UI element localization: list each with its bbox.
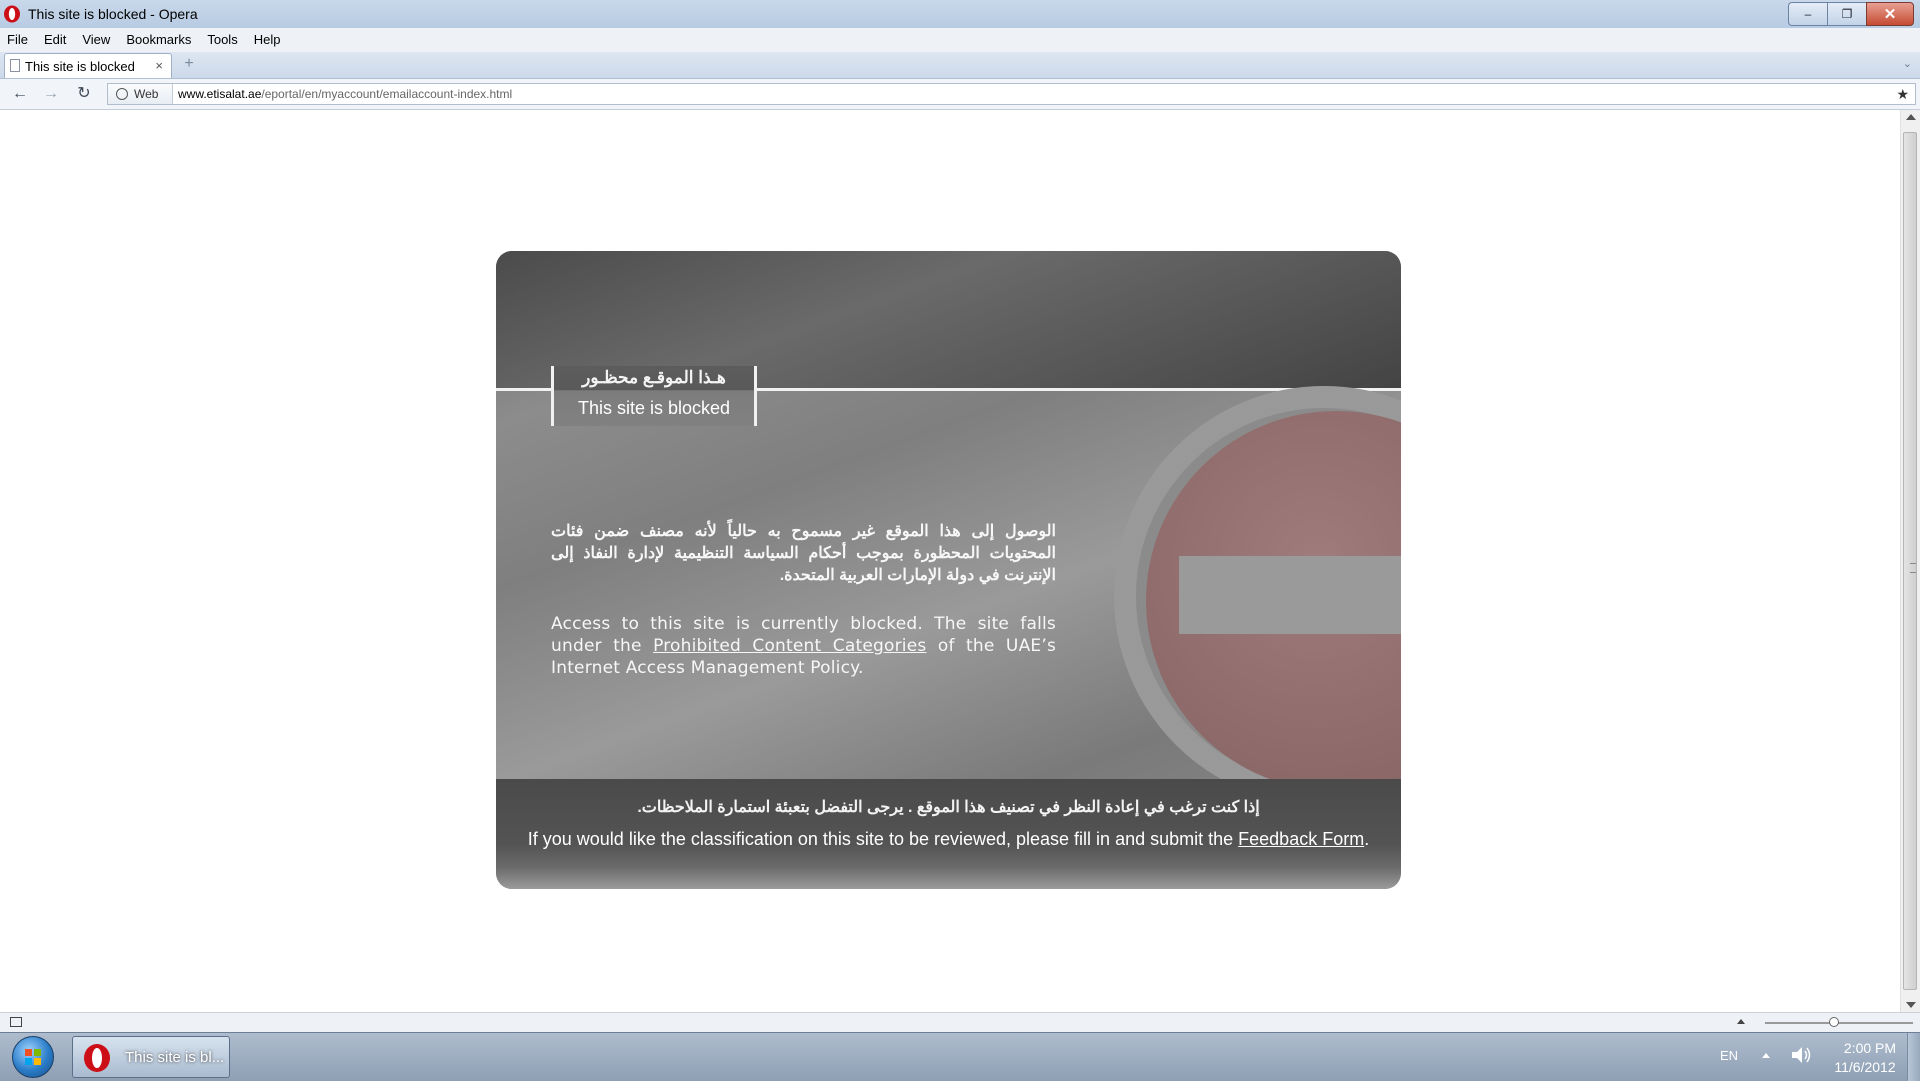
minimize-button[interactable]: – [1788, 2, 1827, 26]
taskbar-task-label: This site is bl... [125, 1049, 225, 1066]
scroll-down-icon[interactable] [1906, 1002, 1916, 1008]
url-host: www.etisalat.ae [178, 87, 262, 101]
volume-icon[interactable] [1790, 1045, 1812, 1065]
menu-bar: File Edit View Bookmarks Tools Help [0, 28, 1920, 52]
footer-text-before: If you would like the classification on … [527, 829, 1239, 849]
menu-edit[interactable]: Edit [36, 28, 74, 52]
footer-arabic: إذا كنت ترغب في إعادة النظر في تصنيف هذا… [637, 799, 1260, 816]
clock-date[interactable]: 11/6/2012 [1825, 1059, 1905, 1075]
restore-button[interactable]: ❐ [1827, 2, 1866, 26]
blocked-notice-card: هـذا الموقـع محظـور This site is blocked… [496, 251, 1401, 889]
blocked-title-arabic: هـذا الموقـع محظـور [582, 368, 726, 387]
clock-time[interactable]: 2:00 PM [1835, 1040, 1905, 1056]
show-hidden-icons-icon[interactable] [1762, 1053, 1770, 1058]
page-content: هـذا الموقـع محظـور This site is blocked… [0, 110, 1900, 1012]
page-icon [10, 59, 20, 72]
zoom-slider-thumb[interactable] [1829, 1017, 1839, 1027]
navigation-bar: ← → ↻ Web www.etisalat.ae/eportal/en/mya… [0, 79, 1920, 110]
feedback-form-link[interactable]: Feedback Form [1238, 829, 1364, 849]
footer-english: If you would like the classification on … [496, 829, 1401, 850]
bookmark-star-icon[interactable]: ★ [1896, 86, 1909, 103]
windows-taskbar: This site is bl... EN 2:00 PM 11/6/2012 [0, 1032, 1920, 1081]
web-label: Web [134, 87, 159, 101]
tab-blocked-page[interactable]: This site is blocked × [4, 53, 172, 78]
card-footer-band: إذا كنت ترغب في إعادة النظر في تصنيف هذا… [496, 779, 1401, 889]
new-tab-button[interactable]: + [180, 55, 198, 73]
message-arabic: الوصول إلى هذا الموقع غير مسموح به حاليا… [551, 523, 1056, 584]
reload-button[interactable]: ↻ [73, 84, 95, 104]
menu-bookmarks[interactable]: Bookmarks [118, 28, 199, 52]
scrollbar-grip-icon [1910, 563, 1916, 573]
prohibited-categories-link[interactable]: Prohibited Content Categories [653, 636, 926, 656]
footer-text-after: . [1364, 829, 1370, 849]
language-indicator[interactable]: EN [1720, 1048, 1738, 1063]
vertical-scrollbar[interactable] [1900, 110, 1920, 1012]
message-english: Access to this site is currently blocked… [551, 613, 1056, 679]
zoom-menu-icon[interactable] [1737, 1019, 1745, 1024]
start-button[interactable] [12, 1036, 54, 1078]
window-controls: – ❐ ✕ [1788, 2, 1914, 26]
blocked-label-box: هـذا الموقـع محظـور This site is blocked [551, 366, 757, 426]
tab-bar: This site is blocked × + ⌄ [0, 52, 1920, 79]
tab-label: This site is blocked [25, 59, 135, 74]
menu-file[interactable]: File [0, 28, 36, 52]
tab-close-icon[interactable]: × [155, 58, 163, 73]
address-field[interactable]: Web www.etisalat.ae/eportal/en/myaccount… [107, 83, 1916, 105]
windows-logo-icon [25, 1049, 41, 1065]
opera-icon [84, 1044, 110, 1072]
url-text[interactable]: www.etisalat.ae/eportal/en/myaccount/ema… [178, 87, 512, 101]
close-button[interactable]: ✕ [1866, 2, 1914, 26]
blocked-title: This site is blocked [577, 398, 731, 418]
show-desktop-button[interactable] [1907, 1033, 1920, 1081]
menu-view[interactable]: View [74, 28, 118, 52]
stop-sign-bar [1179, 556, 1401, 634]
menu-help[interactable]: Help [246, 28, 289, 52]
zoom-slider-track[interactable] [1765, 1022, 1913, 1024]
scrollbar-thumb[interactable] [1903, 132, 1917, 990]
web-badge[interactable]: Web [108, 84, 173, 104]
panel-toggle-icon[interactable] [10, 1017, 22, 1027]
window-title: This site is blocked - Opera [28, 6, 198, 22]
forward-button[interactable]: → [40, 84, 62, 104]
taskbar-opera-button[interactable]: This site is bl... [72, 1036, 230, 1078]
opera-icon [4, 5, 20, 23]
status-bar [0, 1012, 1920, 1033]
tab-menu-icon[interactable]: ⌄ [1903, 57, 1912, 70]
back-button[interactable]: ← [9, 84, 31, 104]
url-path: /eportal/en/myaccount/emailaccount-index… [261, 87, 513, 101]
menu-tools[interactable]: Tools [199, 28, 245, 52]
scroll-up-icon[interactable] [1906, 114, 1916, 120]
window-title-bar: This site is blocked - Opera – ❐ ✕ [0, 0, 1920, 29]
globe-icon [116, 88, 128, 100]
